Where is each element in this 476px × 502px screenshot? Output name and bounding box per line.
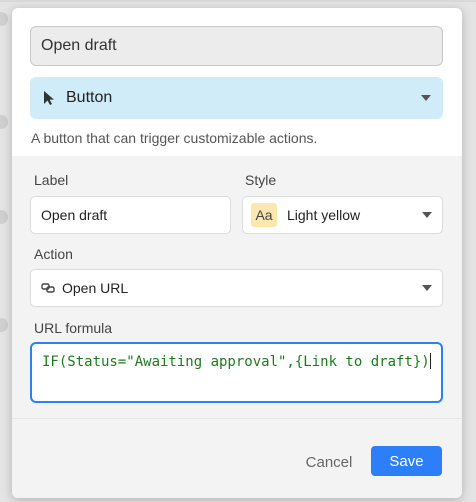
style-select[interactable]: Aa Light yellow <box>242 196 443 234</box>
cursor-arrow-icon <box>42 90 56 106</box>
chevron-down-icon <box>422 285 432 291</box>
background-row-marker <box>0 210 8 224</box>
url-formula-heading: URL formula <box>34 320 113 336</box>
label-input[interactable]: Open draft <box>30 196 231 234</box>
field-name-input[interactable]: Open draft <box>30 26 443 66</box>
field-name-value: Open draft <box>41 37 117 54</box>
background-row-marker <box>0 115 8 129</box>
style-heading: Style <box>245 172 277 188</box>
url-formula-input[interactable]: IF(Status="Awaiting approval",{Link to d… <box>30 342 443 403</box>
action-heading: Action <box>34 246 73 262</box>
field-type-select[interactable]: Button <box>30 77 443 119</box>
link-icon <box>41 282 55 294</box>
label-input-value: Open draft <box>41 207 108 223</box>
cancel-button[interactable]: Cancel <box>299 448 359 476</box>
url-formula-value: IF(Status="Awaiting approval",{Link to d… <box>42 354 430 370</box>
chevron-down-icon <box>422 212 432 218</box>
background-row-marker <box>0 12 8 26</box>
chevron-down-icon <box>421 95 431 101</box>
style-select-value: Light yellow <box>287 207 361 223</box>
save-button[interactable]: Save <box>371 446 442 476</box>
background-row-marker <box>0 318 8 332</box>
field-type-description: A button that can trigger customizable a… <box>31 130 318 146</box>
label-heading: Label <box>34 172 69 188</box>
dialog-footer: Cancel Save <box>12 418 462 498</box>
style-swatch: Aa <box>251 203 277 227</box>
background-strip <box>0 0 476 2</box>
field-config-dialog: Open draft Button A button that can trig… <box>12 8 462 498</box>
action-select[interactable]: Open URL <box>30 269 443 307</box>
action-select-value: Open URL <box>62 280 129 296</box>
button-config-section: Label Style Open draft Aa Light yellow A… <box>12 156 462 418</box>
field-type-label: Button <box>66 89 113 106</box>
text-cursor <box>429 353 431 369</box>
